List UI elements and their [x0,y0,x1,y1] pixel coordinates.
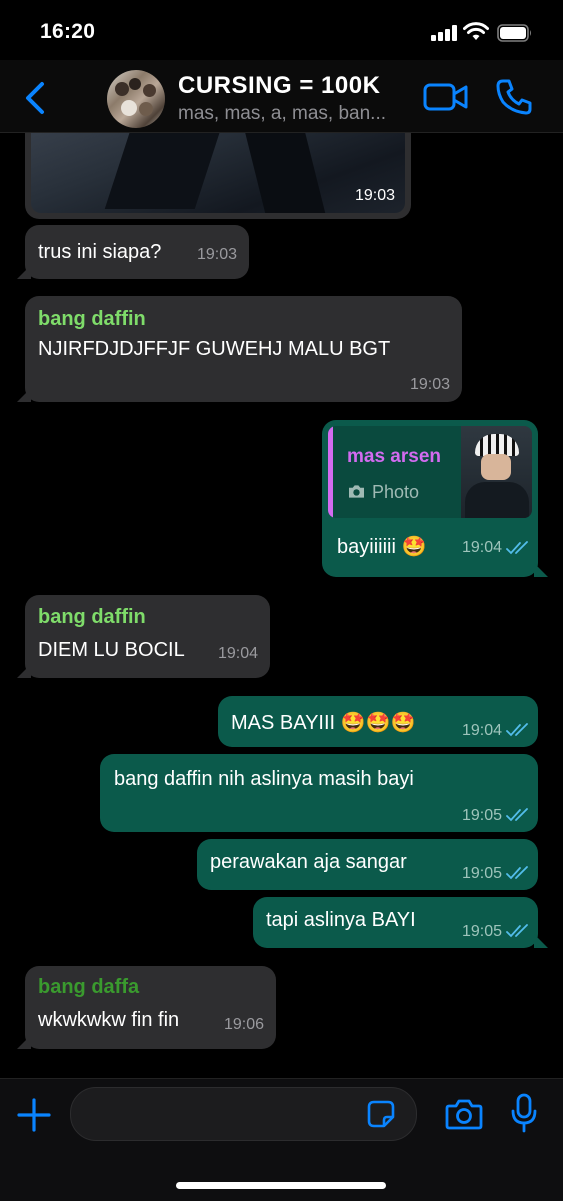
message-text: trus ini siapa? [38,241,162,263]
message-text: bayiiiiii 🤩 [337,536,427,558]
message-text: tapi aslinya BAYI [266,909,416,931]
chat-area[interactable]: 19:03 trus ini siapa? 19:03 bang daffin … [0,133,563,1078]
message-bubble[interactable]: perawakan aja sangar 19:05 [197,839,538,890]
group-avatar[interactable] [107,70,165,128]
message-text: MAS BAYIII 🤩🤩🤩 [231,712,416,734]
chat-header: CURSING = 100K mas, mas, a, mas, ban... [0,60,563,133]
message-text: wkwkwkw fin fin [38,1009,180,1031]
quoted-message[interactable]: mas arsen Photo [328,426,532,518]
double-check-icon [506,541,528,555]
message-time: 19:04 [461,539,502,556]
message-text: NJIRFDJDJFFJF GUWEHJ MALU BGT [38,338,391,360]
message-bubble[interactable]: bang daffin DIEM LU BOCIL 19:04 [17,595,270,678]
battery-icon [497,24,531,42]
composer-bar [0,1078,563,1201]
status-time: 16:20 [40,20,96,43]
message-input[interactable] [70,1087,417,1141]
message-bubble[interactable]: tapi aslinya BAYI 19:05 [253,897,548,948]
double-check-icon [506,866,528,880]
message-time: 19:03 [409,376,450,393]
back-chevron-icon[interactable] [20,78,48,118]
message-bubble[interactable]: bang daffin nih aslinya masih bayi 19:05 [100,754,538,832]
cellular-signal-icon [431,25,459,41]
message-time: 19:04 [217,645,258,662]
quoted-sender: mas arsen [347,446,442,467]
plus-icon[interactable] [16,1097,52,1133]
message-sender[interactable]: bang daffin [38,606,146,629]
video-call-icon[interactable] [423,80,469,114]
camera-icon[interactable] [445,1097,483,1131]
double-check-icon [506,808,528,822]
message-sender[interactable]: bang daffa [38,976,139,999]
sticker-icon[interactable] [367,1100,395,1128]
image-message[interactable]: 19:03 [25,133,411,219]
home-indicator[interactable] [176,1182,386,1189]
voice-call-icon[interactable] [495,78,533,116]
message-bubble[interactable]: MAS BAYIII 🤩🤩🤩 19:04 [218,696,538,747]
double-check-icon [506,723,528,737]
message-text: perawakan aja sangar [210,851,407,873]
chat-title[interactable]: CURSING = 100K [178,72,380,100]
message-time: 19:03 [354,187,395,204]
message-text: DIEM LU BOCIL [38,639,185,661]
status-bar: 16:20 [0,0,563,60]
mic-icon[interactable] [510,1093,538,1133]
message-text: bang daffin nih aslinya masih bayi [114,768,414,790]
message-time: 19:06 [223,1016,264,1033]
message-time: 19:03 [196,246,237,263]
message-image[interactable]: 19:03 [31,133,405,213]
message-bubble[interactable]: mas arsen Photo bayiiiiii 🤩 19:04 [322,420,548,577]
chat-participants[interactable]: mas, mas, a, mas, ban... [178,103,386,125]
message-bubble[interactable]: trus ini siapa? 19:03 [17,225,249,279]
quoted-thumbnail [461,426,532,518]
double-check-icon [506,924,528,938]
wifi-icon [463,22,489,40]
message-bubble[interactable]: bang daffa wkwkwkw fin fin 19:06 [17,966,276,1049]
message-time: 19:05 [461,865,502,882]
message-time: 19:04 [461,722,502,739]
message-time: 19:05 [461,807,502,824]
message-sender[interactable]: bang daffin [38,308,146,331]
message-time: 19:05 [461,923,502,940]
photo-camera-icon [349,485,364,498]
message-bubble[interactable]: bang daffin NJIRFDJDJFFJF GUWEHJ MALU BG… [17,296,462,402]
quoted-label: Photo [372,482,420,502]
